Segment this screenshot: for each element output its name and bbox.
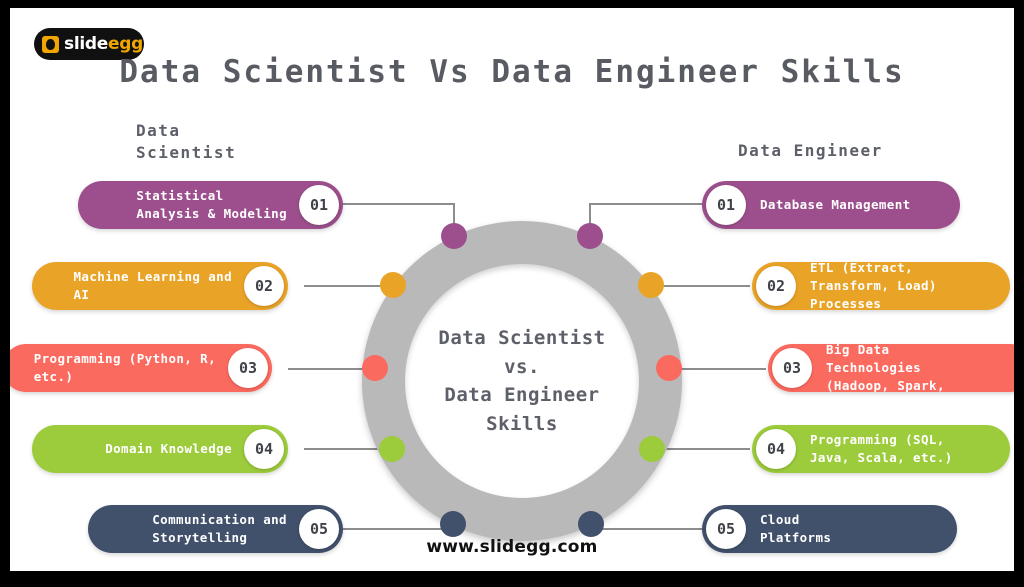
slide-content: slideegg Data Scientist Vs Data Engineer… [10,8,1014,571]
connector-right-1-horizontal [590,203,705,205]
ring-dot-right-1 [577,223,603,249]
column-heading-data-scientist: Data Scientist [136,121,237,162]
ring-dot-left-1 [441,223,467,249]
connector-right-5-horizontal [590,528,705,530]
skill-pill-right-3-number: 03 [772,348,812,388]
ring-dot-left-4 [379,436,405,462]
skill-pill-left-1[interactable]: Statistical Analysis & Modeling 01 [78,181,343,229]
egg-icon [42,35,59,53]
footer-url: www.slidegg.com [426,537,598,557]
connector-left-5-horizontal [340,528,455,530]
skill-pill-right-4-label: Programming (SQL, Java, Scala, etc.) [810,431,953,465]
ring-dot-left-5 [440,511,466,537]
center-donut: Data Scientist vs. Data Engineer Skills [362,221,682,541]
skill-pill-right-2-number: 02 [756,266,796,306]
skill-pill-left-4[interactable]: Domain Knowledge 04 [32,425,288,473]
skill-pill-left-2[interactable]: Machine Learning and AI 02 [32,262,288,310]
ring-dot-right-4 [639,436,665,462]
skill-pill-left-2-number: 02 [244,266,284,306]
skill-pill-right-2[interactable]: 02 ETL (Extract, Transform, Load) Proces… [752,262,1010,310]
skill-pill-right-1[interactable]: 01 Database Management [702,181,960,229]
skill-pill-right-4-number: 04 [756,429,796,469]
skill-pill-right-1-number: 01 [706,185,746,225]
skill-pill-left-2-label: Machine Learning and AI [73,268,232,302]
ring-dot-right-3 [656,355,682,381]
skill-pill-left-1-number: 01 [299,185,339,225]
skill-pill-left-3[interactable]: Programming (Python, R, etc.) 03 [10,344,272,392]
logo-word-egg: egg [107,33,143,54]
skill-pill-right-1-label: Database Management [760,196,911,212]
connector-left-1-horizontal [340,203,455,205]
center-label: Data Scientist vs. Data Engineer Skills [438,327,606,435]
skill-pill-right-2-label: ETL (Extract, Transform, Load) Processes [810,262,937,310]
connector-right-2 [650,285,750,287]
skill-pill-left-3-number: 03 [228,348,268,388]
logo-word-slide: slide [64,33,108,54]
skill-pill-left-1-label: Statistical Analysis & Modeling [136,187,287,221]
page-title: Data Scientist Vs Data Engineer Skills [119,54,905,90]
skill-pill-right-3-label: Big Data Technologies (Hadoop, Spark, [826,344,945,392]
skill-pill-right-4[interactable]: 04 Programming (SQL, Java, Scala, etc.) [752,425,1010,473]
skill-pill-left-4-label: Domain Knowledge [105,440,232,456]
column-heading-data-engineer: Data Engineer [738,141,883,160]
ring-dot-right-5 [578,511,604,537]
ring-dot-right-2 [638,272,664,298]
slide-canvas: slideegg Data Scientist Vs Data Engineer… [0,0,1024,587]
skill-pill-left-3-label: Programming (Python, R, etc.) [33,350,216,384]
ring-dot-left-3 [362,355,388,381]
logo-wordmark: slideegg [64,33,143,54]
skill-pill-left-4-number: 04 [244,429,284,469]
skill-pill-right-3[interactable]: 03 Big Data Technologies (Hadoop, Spark, [768,344,1014,392]
center-donut-hole: Data Scientist vs. Data Engineer Skills [405,264,639,498]
ring-dot-left-2 [380,272,406,298]
